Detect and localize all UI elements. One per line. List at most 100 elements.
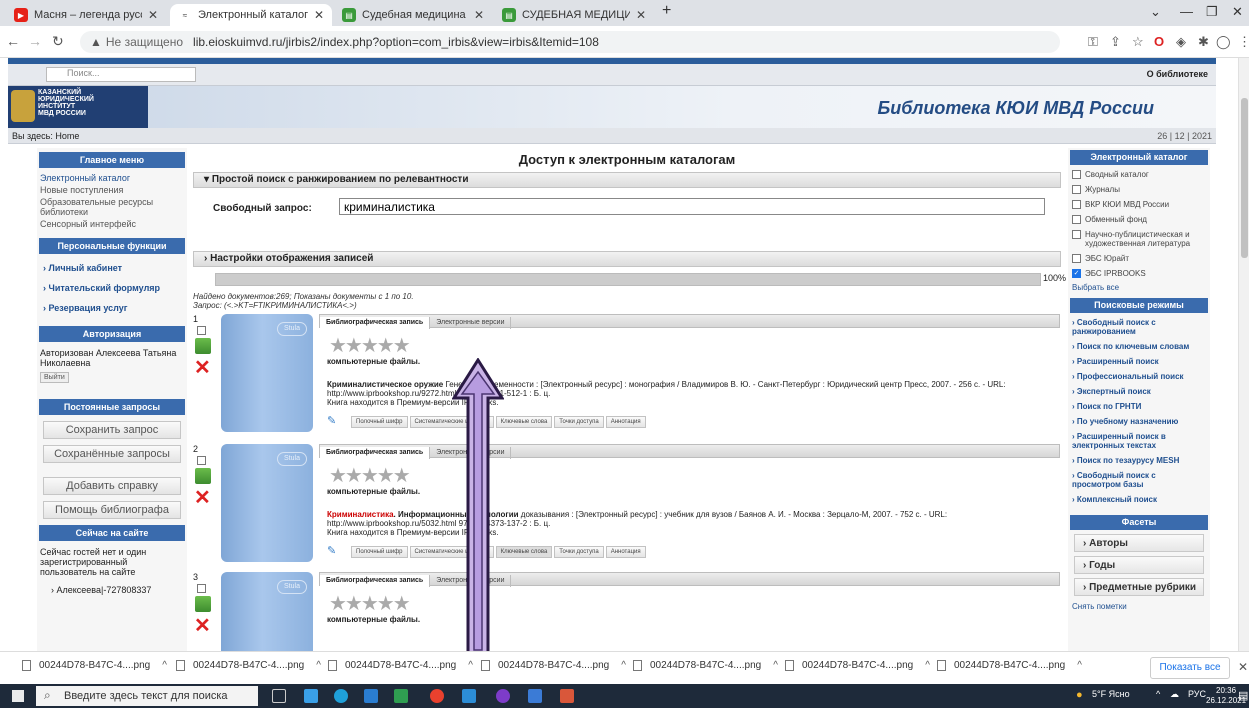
catalog-option[interactable]: Сводный каталог [1068,167,1210,182]
share-icon[interactable]: ⇪ [1110,34,1121,50]
checkbox-icon[interactable] [1072,230,1081,239]
checkbox-checked-icon[interactable]: ✓ [1072,269,1081,278]
new-tab-button[interactable]: + [662,2,671,20]
vpn-icon[interactable]: ◈ [1176,34,1186,50]
record-checkbox[interactable] [197,456,206,465]
menu-item-edu-resources[interactable]: Образовательные ресурсы библиотеки [37,196,187,218]
taskbar-search[interactable]: Введите здесь текст для поиска [36,686,258,706]
chevron-up-icon[interactable]: ^ [316,660,321,671]
bibliographer-help-button[interactable]: Помощь библиографа [43,501,181,519]
browser-tab-3[interactable]: ▤ Судебная медицина — Образо ✕ [334,4,492,26]
access-points-button[interactable]: Точки доступа [554,416,604,428]
mode-mesh[interactable]: › Поиск по тезаурусу MESH [1068,453,1210,468]
upload-icon[interactable] [195,596,211,612]
upload-icon[interactable] [195,338,211,354]
chevron-up-icon[interactable]: ^ [621,660,626,671]
catalog-option[interactable]: Обменный фонд [1068,212,1210,227]
personal-item-formular[interactable]: › Читательский формуляр [37,278,187,298]
browser-tab-4[interactable]: ▤ СУДЕБНАЯ МЕДИЦИНА 3-е изд ✕ [494,4,654,26]
clear-marks-link[interactable]: Снять пометки [1068,600,1210,613]
opera-browser-icon[interactable] [430,689,444,703]
keywords-button[interactable]: Ключевые слова [495,416,553,428]
profile-icon[interactable]: ◯ [1216,34,1231,50]
star-icon[interactable]: ☆ [1132,34,1144,50]
download-item[interactable]: 00244D78-B47C-4....png ^ [937,660,1082,671]
page-scrollbar[interactable] [1238,58,1249,651]
extensions-icon[interactable]: ✱ [1198,34,1209,50]
store-icon[interactable] [364,689,378,703]
personal-item-reservation[interactable]: › Резервация услуг [37,298,187,318]
checkbox-icon[interactable] [1072,215,1081,224]
site-search-input[interactable]: Поиск... [46,67,196,82]
mode-edu-purpose[interactable]: › По учебному назначению [1068,414,1210,429]
simple-search-bar[interactable]: ▾ Простой поиск с ранжированием по релев… [193,172,1061,188]
chevron-up-icon[interactable]: ^ [925,660,930,671]
rating-stars[interactable]: ★★★★★ [329,594,411,614]
annotation-button[interactable]: Аннотация [605,416,646,428]
catalog-option[interactable]: ВКР КЮИ МВД России [1068,197,1210,212]
record-checkbox[interactable] [197,326,206,335]
scrollbar-thumb[interactable] [1241,98,1248,258]
close-window-button[interactable]: ✕ [1232,4,1243,20]
opera-icon[interactable]: O [1154,34,1164,49]
upload-icon[interactable] [195,468,211,484]
mode-free-search[interactable]: › Свободный поиск с ранжированием [1068,315,1210,339]
photos-icon[interactable] [528,689,542,703]
annotation-button[interactable]: Аннотация [605,546,646,558]
query-input[interactable] [339,198,1045,215]
about-link[interactable]: О библиотеке [1147,69,1208,79]
menu-item-catalog[interactable]: Электронный каталог [37,172,187,184]
download-item[interactable]: 00244D78-B47C-4....png ^ [785,660,930,671]
catalog-option[interactable]: Научно-публицистическая и художественная… [1068,227,1210,251]
url-field[interactable]: ▲ Не защищено lib.eioskuimvd.ru/jirbis2/… [80,31,1060,53]
chevron-up-icon[interactable]: ^ [1077,660,1082,671]
browser-tab-1[interactable]: ▶ Масня – легенда русского инте ✕ [6,4,166,26]
taskbar-app-icon[interactable] [304,689,318,703]
delete-icon[interactable]: ✕ [194,358,211,378]
save-query-button[interactable]: Сохранить запрос [43,421,181,439]
mode-keywords[interactable]: › Поиск по ключевым словам [1068,339,1210,354]
select-all-link[interactable]: Выбрать все [1068,281,1210,294]
edit-icon[interactable]: ✎ [327,544,349,557]
close-icon[interactable]: ✕ [1238,660,1248,674]
menu-icon[interactable]: ⋮ [1238,34,1249,50]
browser-tab-2[interactable]: ≈ Электронный каталог ✕ [170,4,332,26]
checkbox-icon[interactable] [1072,200,1081,209]
chevron-up-icon[interactable]: ^ [773,660,778,671]
download-item[interactable]: 00244D78-B47C-4....png ^ [22,660,167,671]
download-item[interactable]: 00244D78-B47C-4....png ^ [176,660,321,671]
rating-stars[interactable]: ★★★★★ [329,466,411,486]
catalog-option[interactable]: ✓ ЭБС IPRBOOKS [1068,266,1210,281]
notification-icon[interactable]: ▤ [1238,689,1248,702]
book-cover[interactable]: Stula [221,314,313,432]
download-item[interactable]: 00244D78-B47C-4....png ^ [633,660,778,671]
menu-item-new-arrivals[interactable]: Новые поступления [37,184,187,196]
show-all-button[interactable]: Показать все [1150,657,1230,679]
forward-icon[interactable]: → [28,33,42,49]
mode-expert[interactable]: › Экспертный поиск [1068,384,1210,399]
back-icon[interactable]: ← [6,33,20,49]
menu-item-touch-interface[interactable]: Сенсорный интерфейс [37,218,187,230]
language-indicator[interactable]: РУС [1188,689,1206,699]
key-icon[interactable]: ⚿ [1088,34,1098,50]
access-points-button[interactable]: Точки доступа [554,546,604,558]
tab-search-button[interactable]: ⌄ [1150,4,1161,20]
personal-item-cabinet[interactable]: › Личный кабинет [37,258,187,278]
chevron-up-icon[interactable]: ^ [468,660,473,671]
windows-start-icon[interactable] [12,690,24,702]
facet-authors[interactable]: › Авторы [1074,534,1204,552]
tab-electronic[interactable]: Электронные версии [430,317,512,329]
close-icon[interactable]: ✕ [636,8,646,22]
record-checkbox[interactable] [197,584,206,593]
mode-grnti[interactable]: › Поиск по ГРНТИ [1068,399,1210,414]
checkbox-icon[interactable] [1072,254,1081,263]
saved-queries-button[interactable]: Сохранённые запросы [43,445,181,463]
catalog-option[interactable]: Журналы [1068,182,1210,197]
reload-icon[interactable]: ↻ [52,33,64,50]
mode-fulltext[interactable]: › Расширенный поиск в электронных текста… [1068,429,1210,453]
tab-bibliographic[interactable]: Библиографическая запись [320,317,431,329]
checkbox-icon[interactable] [1072,185,1081,194]
app-icon[interactable] [560,689,574,703]
mode-extended[interactable]: › Расширенный поиск [1068,354,1210,369]
facet-subjects[interactable]: › Предметные рубрики [1074,578,1204,596]
